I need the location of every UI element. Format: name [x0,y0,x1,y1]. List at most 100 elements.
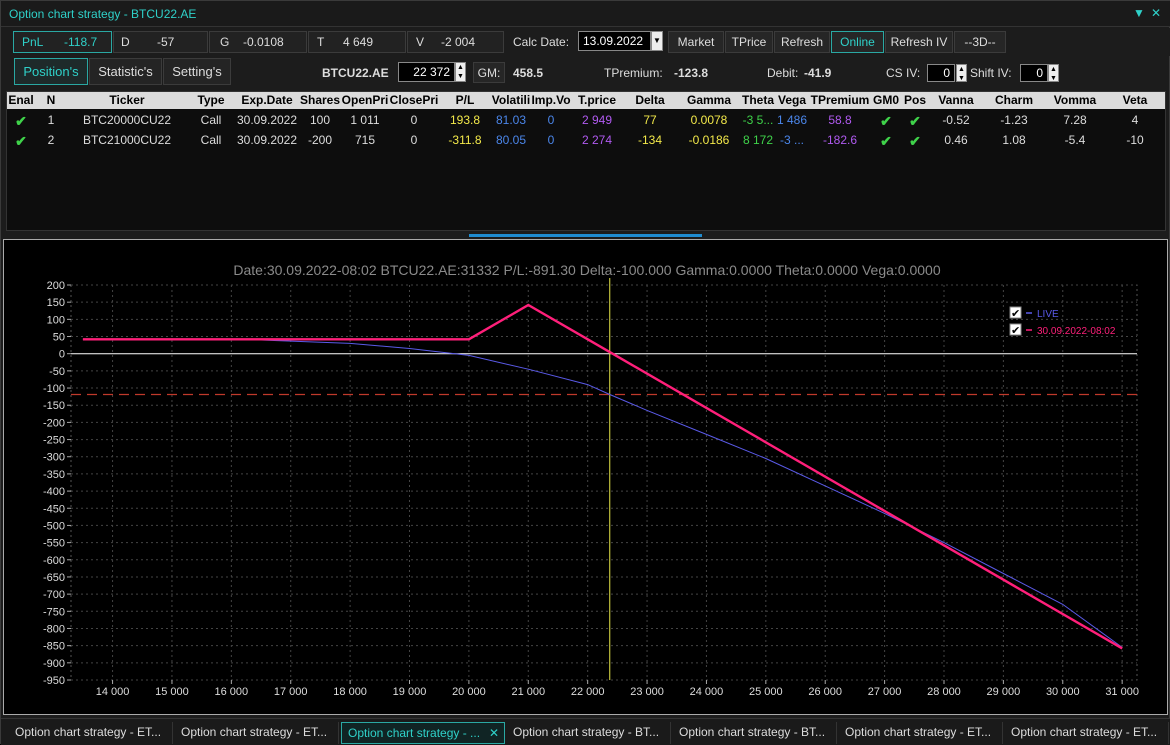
column-header[interactable]: Ticker [67,93,187,107]
y-tick-label: -850 [43,641,65,653]
check-icon[interactable]: ✔ [871,133,901,150]
check-icon[interactable]: ✔ [7,113,35,130]
column-header[interactable]: Vega [775,93,809,107]
positions-table: Enal N Ticker Type Exp.Date Shares OpenPri Clos… [6,91,1166,231]
y-tick-label: -650 [43,572,65,584]
column-header[interactable]: Veta [1105,93,1165,107]
taskbar-item[interactable]: Option chart strategy - ET... [9,722,173,744]
check-icon[interactable]: ✔ [901,113,929,130]
column-header[interactable]: Vanna [929,93,983,107]
y-tick-label: -750 [43,606,65,618]
column-header[interactable]: Enal [7,93,35,107]
refresh-button[interactable]: Refresh [774,31,830,53]
column-header[interactable]: Delta [623,93,677,107]
taskbar-item[interactable]: Option chart strategy - ET... [1005,722,1169,744]
cell-vanna: 0.46 [944,133,968,147]
cell-vomma: -5.4 [1064,133,1086,147]
tab-positions[interactable]: Position's [14,58,88,85]
close-icon[interactable]: ✕ [1151,6,1161,20]
cell-exp: 30.09.2022 [236,113,298,127]
table-row[interactable]: ✔ 1 BTC20000CU22 Call 30.09.2022 100 1 011 0 193… [7,110,1165,130]
x-tick-label: 21 000 [511,686,545,698]
cell-close: 0 [410,113,418,127]
y-tick-label: -800 [43,623,65,635]
y-tick-label: -150 [43,400,65,412]
g-label: G [220,35,230,49]
y-tick-label: -600 [43,555,65,567]
x-tick-label: 27 000 [868,686,902,698]
window-title: Option chart strategy - BTCU22.AE [9,7,197,21]
check-icon[interactable]: ✔ [7,133,35,150]
x-tick-label: 23 000 [630,686,664,698]
column-header[interactable]: Imp.Vo [531,93,571,107]
column-header[interactable]: P/L [439,93,491,107]
cell-type: Call [200,133,222,147]
vega-stat: V -2 004 [407,31,504,53]
collapse-arrow-icon[interactable]: ▼ [1133,6,1145,20]
column-header[interactable]: ClosePri [389,93,439,107]
column-header[interactable]: Exp.Date [235,93,299,107]
column-header[interactable]: TPremium [809,93,871,107]
t-label: T [317,35,325,49]
legend-check-icon: ✔ [1011,307,1020,320]
3d-button[interactable]: --3D-- [954,31,1006,53]
calendar-dropdown-icon[interactable]: ▼ [651,31,663,51]
calc-date-label: Calc Date: [513,35,570,49]
column-header[interactable]: Theta [741,93,775,107]
x-tick-label: 28 000 [927,686,961,698]
tprice-button[interactable]: TPrice [725,31,773,53]
cs-iv-input[interactable]: 0 [927,64,955,82]
column-header[interactable]: Pos [901,93,929,107]
column-header[interactable]: Volatili [491,93,531,107]
market-button[interactable]: Market [668,31,724,53]
column-header[interactable]: OpenPri [341,93,389,107]
y-tick-label: 200 [47,280,65,292]
online-button[interactable]: Online [831,31,884,53]
taskbar: Option chart strategy - ET... Option char… [1,718,1170,745]
check-icon[interactable]: ✔ [871,113,901,130]
taskbar-item[interactable]: Option chart strategy - BT... [673,722,837,744]
price-spin-icon[interactable]: ▲ ▼ [455,62,466,82]
y-tick-label: -250 [43,435,65,447]
t-value: 4 649 [343,35,374,49]
close-tab-icon[interactable]: ✕ [489,723,499,743]
column-header[interactable]: Charm [983,93,1045,107]
gm-button[interactable]: GM: [473,62,505,83]
taskbar-item[interactable]: Option chart strategy - BT... [507,722,671,744]
series-line-live [82,338,1123,648]
column-header[interactable]: Shares [299,93,341,107]
panel-splitter[interactable] [469,234,702,237]
column-header[interactable]: Gamma [677,93,741,107]
cell-vega: -3 ... [779,133,804,147]
column-header[interactable]: Vomma [1045,93,1105,107]
tab-settings[interactable]: Setting's [163,58,231,85]
cs-iv-spin-icon[interactable]: ▲ ▼ [956,64,967,82]
cell-gamma: 0.0078 [690,113,728,127]
taskbar-item-label: Option chart strategy - ... [348,726,481,740]
d-value: -57 [157,35,175,49]
column-header[interactable]: Type [187,93,235,107]
table-row[interactable]: ✔ 2 BTC21000CU22 Call 30.09.2022 -200 715 0 -311… [7,130,1165,150]
cell-open: 1 011 [350,113,380,127]
tab-statistics[interactable]: Statistic's [89,58,162,85]
cell-ticker: BTC21000CU22 [82,133,172,147]
option-chart-window: Option chart strategy - BTCU22.AE ▼ ✕ Pn… [0,0,1170,745]
check-icon[interactable]: ✔ [901,133,929,150]
shift-iv-spin-icon[interactable]: ▲ ▼ [1048,64,1059,82]
column-header[interactable]: GM0 [871,93,901,107]
column-header[interactable]: T.price [571,93,623,107]
calc-date-input[interactable]: 13.09.2022 [578,31,651,51]
taskbar-item[interactable]: Option chart strategy - ET... [175,722,339,744]
shift-iv-input[interactable]: 0 [1020,64,1048,82]
cell-open: 715 [354,133,376,147]
underlying-price-input[interactable]: 22 372 [398,62,455,82]
x-tick-label: 30 000 [1046,686,1080,698]
pnl-stat: PnL -118.7 [13,31,112,53]
cell-tprice: 2 949 [581,113,613,127]
taskbar-item[interactable]: Option chart strategy - ... ✕ [341,722,505,744]
cell-pl: 193.8 [449,113,481,127]
refresh-iv-button[interactable]: Refresh IV [885,31,953,53]
taskbar-item[interactable]: Option chart strategy - ET... [839,722,1003,744]
cell-impvol: 0 [547,113,555,127]
column-header[interactable]: N [35,93,67,107]
